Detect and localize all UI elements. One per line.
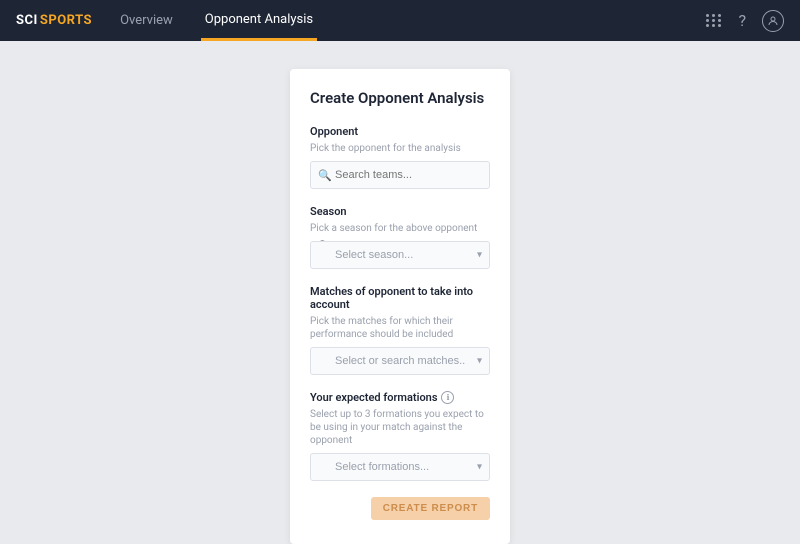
opponent-input-wrapper: 🔍 bbox=[310, 161, 490, 189]
season-label: Season bbox=[310, 205, 490, 218]
matches-hint: Pick the matches for which their perform… bbox=[310, 315, 490, 341]
matches-label: Matches of opponent to take into account bbox=[310, 285, 490, 311]
matches-select-wrapper: 🔍 Select or search matches... ▾ bbox=[310, 347, 490, 375]
nav-right: ? bbox=[706, 10, 784, 32]
formations-section: Your expected formations ℹ Select up to … bbox=[310, 391, 490, 481]
season-section: Season Pick a season for the above oppon… bbox=[310, 205, 490, 269]
opponent-section: Opponent Pick the opponent for the analy… bbox=[310, 125, 490, 189]
formations-label-row: Your expected formations ℹ bbox=[310, 391, 490, 404]
season-hint: Pick a season for the above opponent bbox=[310, 222, 490, 235]
formations-select-wrapper: 🔍 Select formations... ▾ bbox=[310, 453, 490, 481]
form-footer: CREATE REPORT bbox=[310, 497, 490, 520]
opponent-search-input[interactable] bbox=[310, 161, 490, 189]
season-select-wrapper: 🔍 Select season... ▾ bbox=[310, 241, 490, 269]
logo-sports: SPORTS bbox=[40, 13, 92, 28]
user-icon[interactable] bbox=[762, 10, 784, 32]
matches-section: Matches of opponent to take into account… bbox=[310, 285, 490, 375]
create-report-button[interactable]: CREATE REPORT bbox=[371, 497, 490, 520]
nav-item-overview[interactable]: Overview bbox=[116, 0, 177, 41]
logo: SCISPORTS bbox=[16, 13, 92, 28]
form-title: Create Opponent Analysis bbox=[310, 89, 490, 107]
formations-hint: Select up to 3 formations you expect to … bbox=[310, 408, 490, 447]
help-icon[interactable]: ? bbox=[738, 11, 746, 30]
search-icon: 🔍 bbox=[318, 169, 332, 182]
season-select[interactable]: Select season... bbox=[310, 241, 490, 269]
matches-select[interactable]: Select or search matches... bbox=[310, 347, 490, 375]
main-content: Create Opponent Analysis Opponent Pick t… bbox=[0, 41, 800, 532]
form-card: Create Opponent Analysis Opponent Pick t… bbox=[290, 69, 510, 544]
opponent-label: Opponent bbox=[310, 125, 490, 138]
formations-label: Your expected formations bbox=[310, 391, 437, 404]
top-navbar: SCISPORTS Overview Opponent Analysis ? bbox=[0, 0, 800, 41]
logo-sci: SCI bbox=[16, 13, 38, 28]
opponent-hint: Pick the opponent for the analysis bbox=[310, 142, 490, 155]
grid-icon[interactable] bbox=[706, 14, 722, 27]
info-icon[interactable]: ℹ bbox=[441, 391, 454, 404]
formations-select[interactable]: Select formations... bbox=[310, 453, 490, 481]
nav-item-opponent-analysis[interactable]: Opponent Analysis bbox=[201, 0, 317, 41]
nav-left: SCISPORTS Overview Opponent Analysis bbox=[16, 0, 317, 41]
